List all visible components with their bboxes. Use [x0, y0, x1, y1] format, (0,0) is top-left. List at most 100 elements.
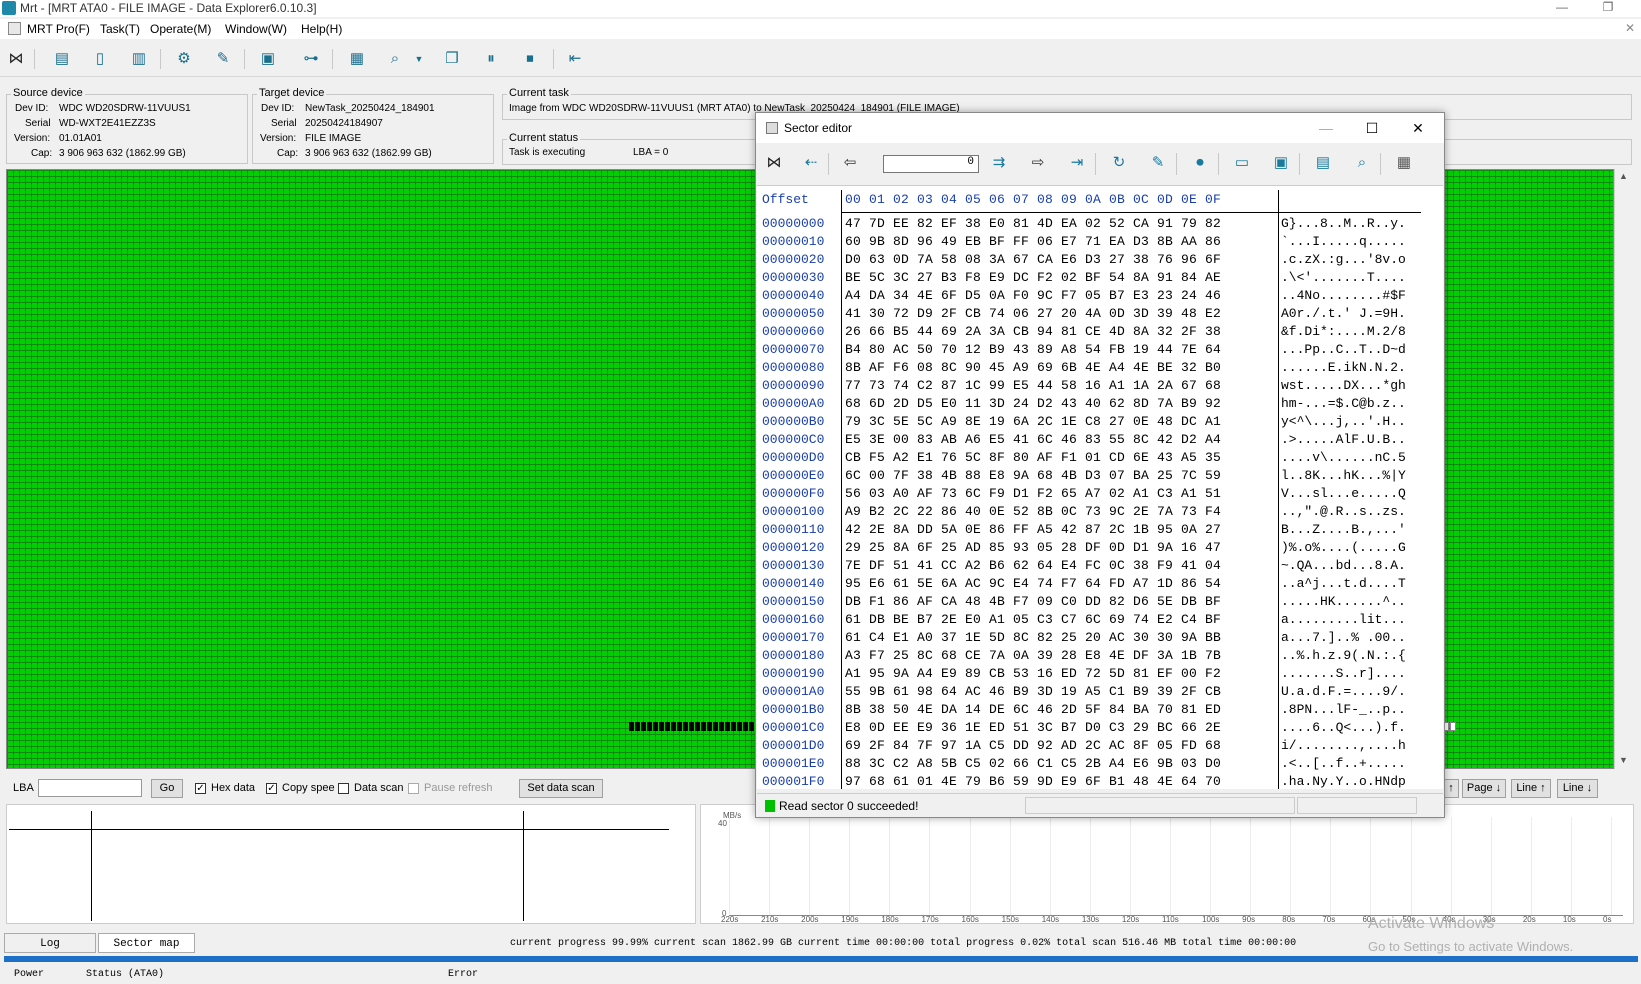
hex-bytes[interactable]: 79 3C 5E 5C A9 8E 19 6A 2C 1E C8 27 0E 4…: [845, 414, 1221, 429]
hex-bytes[interactable]: 95 E6 61 5E 6A AC 9C E4 74 F7 64 FD A7 1…: [845, 576, 1221, 591]
hex-bytes[interactable]: DB F1 86 AF CA 48 4B F7 09 C0 DD 82 D6 5…: [845, 594, 1221, 609]
mdi-close-button[interactable]: ✕: [1625, 21, 1635, 35]
sector-number-input[interactable]: 0: [883, 155, 979, 173]
page-down-button[interactable]: Page ↓: [1462, 779, 1506, 798]
hex-bytes[interactable]: 60 9B 8D 96 49 EB BF FF 06 E7 71 EA D3 8…: [845, 234, 1221, 249]
document-list-icon[interactable]: ▤: [50, 47, 74, 71]
hex-ascii[interactable]: .......S..r]....: [1281, 666, 1406, 681]
hex-bytes[interactable]: 26 66 B5 44 69 2A 3A CB 94 81 CE 4D 8A 3…: [845, 324, 1221, 339]
edit-icon[interactable]: ✎: [1146, 151, 1170, 175]
minimize-button[interactable]: —: [1542, 0, 1582, 17]
hex-bytes[interactable]: A4 DA 34 4E 6F D5 0A F0 9C F7 05 B7 E3 2…: [845, 288, 1221, 303]
hex-ascii[interactable]: B...Z....B.,...': [1281, 522, 1406, 537]
save-icon[interactable]: ▣: [256, 47, 280, 71]
first-sector-icon[interactable]: ⇠: [799, 151, 823, 175]
sector-view-icon[interactable]: ▦: [345, 47, 369, 71]
hex-ascii[interactable]: wst.....DX...*gh: [1281, 378, 1406, 393]
menu-operate[interactable]: Operate(M): [150, 22, 211, 36]
dialog-maximize-button[interactable]: ☐: [1352, 117, 1392, 139]
hex-ascii[interactable]: hm-...=$.C@b.z..: [1281, 396, 1406, 411]
hex-view[interactable]: Offset 00 01 02 03 04 05 06 07 08 09 0A …: [757, 185, 1443, 789]
hex-bytes[interactable]: 6C 00 7F 38 4B 88 E8 9A 68 4B D3 07 BA 2…: [845, 468, 1221, 483]
hex-ascii[interactable]: ..a^j...t.d....T: [1281, 576, 1406, 591]
hex-ascii[interactable]: .>.....AlF.U.B..: [1281, 432, 1406, 447]
hex-ascii[interactable]: .....HK......^..: [1281, 594, 1406, 609]
refresh-icon[interactable]: ↻: [1107, 151, 1131, 175]
scroll-down-icon[interactable]: ▼: [1619, 755, 1628, 765]
hex-ascii[interactable]: `...I.....q.....: [1281, 234, 1406, 249]
hex-ascii[interactable]: ..,".@.R..s..zs.: [1281, 504, 1406, 519]
hex-ascii[interactable]: a.........lit...: [1281, 612, 1406, 627]
hex-bytes[interactable]: CB F5 A2 E1 76 5C 8F 80 AF F1 01 CD 6E 4…: [845, 450, 1221, 465]
hex-bytes[interactable]: A3 F7 25 8C 68 CE 7A 0A 39 28 E8 4E DF 3…: [845, 648, 1221, 663]
page-up-button[interactable]: ↑: [1443, 779, 1459, 798]
mrt-logo-icon[interactable]: ⋈: [762, 151, 786, 175]
stop-icon[interactable]: ⏺: [1188, 151, 1212, 175]
lba-input[interactable]: [38, 779, 142, 797]
mrt-logo-icon[interactable]: ⋈: [4, 47, 28, 71]
hex-ascii[interactable]: l..8K...hK...%|Y: [1281, 468, 1406, 483]
hex-ascii[interactable]: .\<'.......T....: [1281, 270, 1406, 285]
hex-bytes[interactable]: 41 30 72 D9 2F CB 74 06 27 20 4A 0D 3D 3…: [845, 306, 1221, 321]
hex-ascii[interactable]: ....6..Q<...).f.: [1281, 720, 1406, 735]
hex-bytes[interactable]: 29 25 8A 6F 25 AD 85 93 05 28 DF 0D D1 9…: [845, 540, 1221, 555]
dialog-close-button[interactable]: ✕: [1398, 117, 1438, 139]
dropdown-arrow-icon[interactable]: ▼: [412, 47, 426, 71]
tab-sector-map[interactable]: Sector map: [98, 933, 195, 953]
hex-bytes[interactable]: 77 73 74 C2 87 1C 99 E5 44 58 16 A1 1A 2…: [845, 378, 1221, 393]
menu-task[interactable]: Task(T): [100, 22, 140, 36]
next-sector-icon[interactable]: ⇨: [1026, 151, 1050, 175]
hex-ascii[interactable]: V...sl...e.....Q: [1281, 486, 1406, 501]
pause-refresh-checkbox[interactable]: [408, 783, 419, 794]
menu-help[interactable]: Help(H): [301, 22, 342, 36]
go-button[interactable]: Go: [151, 779, 183, 798]
settings-sliders-icon[interactable]: ⚙: [172, 47, 196, 71]
hex-ascii[interactable]: ..%.h.z.9(.N.:.{: [1281, 648, 1406, 663]
hex-ascii[interactable]: y<^\...j,..'.H..: [1281, 414, 1406, 429]
hex-bytes[interactable]: 61 C4 E1 A0 37 1E 5D 8C 82 25 20 AC 30 3…: [845, 630, 1221, 645]
report-icon[interactable]: ▥: [127, 47, 151, 71]
pause-icon[interactable]: ⏸: [479, 47, 503, 71]
hex-ascii[interactable]: .ha.Ny.Y..o.HNdp: [1281, 774, 1406, 789]
grid-view-icon[interactable]: ▦: [1392, 151, 1416, 175]
previous-sector-icon[interactable]: ⇦: [838, 151, 862, 175]
hex-ascii[interactable]: G}...8..M..R..y.: [1281, 216, 1406, 231]
hex-bytes[interactable]: D0 63 0D 7A 58 08 3A 67 CA E6 D3 27 38 7…: [845, 252, 1221, 267]
menu-window[interactable]: Window(W): [225, 22, 287, 36]
open-folder-icon[interactable]: ▭: [1230, 151, 1254, 175]
menu-mrt-pro[interactable]: MRT Pro(F): [27, 22, 90, 36]
hex-bytes[interactable]: 56 03 A0 AF 73 6C F9 D1 F2 65 A7 02 A1 C…: [845, 486, 1221, 501]
hex-bytes[interactable]: A9 B2 2C 22 86 40 0E 52 8B 0C 73 9C 2E 7…: [845, 504, 1221, 519]
data-scan-checkbox[interactable]: [338, 783, 349, 794]
hex-bytes[interactable]: 68 6D 2D D5 E0 11 3D 24 D2 43 40 62 8D 7…: [845, 396, 1221, 411]
hex-ascii[interactable]: ......E.ikN.N.2.: [1281, 360, 1406, 375]
hex-ascii[interactable]: a...7.]..% .00..: [1281, 630, 1406, 645]
hex-bytes[interactable]: B4 80 AC 50 70 12 B9 43 89 A8 54 FB 19 4…: [845, 342, 1221, 357]
hex-bytes[interactable]: BE 5C 3C 27 B3 F8 E9 DC F2 02 BF 54 8A 9…: [845, 270, 1221, 285]
hex-ascii[interactable]: ...Pp..C..T..D~d: [1281, 342, 1406, 357]
find-icon[interactable]: ⌕: [1350, 151, 1374, 175]
hex-ascii[interactable]: ..4No........#$F: [1281, 288, 1406, 303]
tree-icon[interactable]: ⊶: [299, 47, 323, 71]
document-icon[interactable]: ▯: [88, 47, 112, 71]
hex-ascii[interactable]: .8PN...lF-_..p..: [1281, 702, 1406, 717]
template-icon[interactable]: ▤: [1311, 151, 1335, 175]
scroll-up-icon[interactable]: ▲: [1619, 171, 1628, 181]
restore-button[interactable]: ❐: [1588, 0, 1628, 17]
hex-bytes[interactable]: E5 3E 00 83 AB A6 E5 41 6C 46 83 55 8C 4…: [845, 432, 1221, 447]
set-data-scan-button[interactable]: Set data scan: [519, 779, 603, 798]
search-icon[interactable]: ⌕: [383, 47, 407, 71]
hex-ascii[interactable]: .c.zX.:g...'8v.o: [1281, 252, 1406, 267]
hex-bytes[interactable]: E8 0D EE E9 36 1E ED 51 3C B7 D0 C3 29 B…: [845, 720, 1221, 735]
hex-ascii[interactable]: ....v\......nC.5: [1281, 450, 1406, 465]
tab-log[interactable]: Log: [4, 933, 96, 953]
hex-ascii[interactable]: U.a.d.F.=....9/.: [1281, 684, 1406, 699]
hex-bytes[interactable]: 69 2F 84 7F 97 1A C5 DD 92 AD 2C AC 8F 0…: [845, 738, 1221, 753]
goto-sector-icon[interactable]: ⇉: [987, 151, 1011, 175]
hex-ascii[interactable]: i/........,....h: [1281, 738, 1406, 753]
hex-ascii[interactable]: )%.o%....(.....G: [1281, 540, 1406, 555]
hex-bytes[interactable]: 42 2E 8A DD 5A 0E 86 FF A5 42 87 2C 1B 9…: [845, 522, 1221, 537]
dialog-minimize-button[interactable]: —: [1306, 117, 1346, 139]
sector-map-scrollbar[interactable]: ▲ ▼: [1614, 169, 1632, 769]
copy-speed-checkbox[interactable]: ✓: [266, 783, 277, 794]
